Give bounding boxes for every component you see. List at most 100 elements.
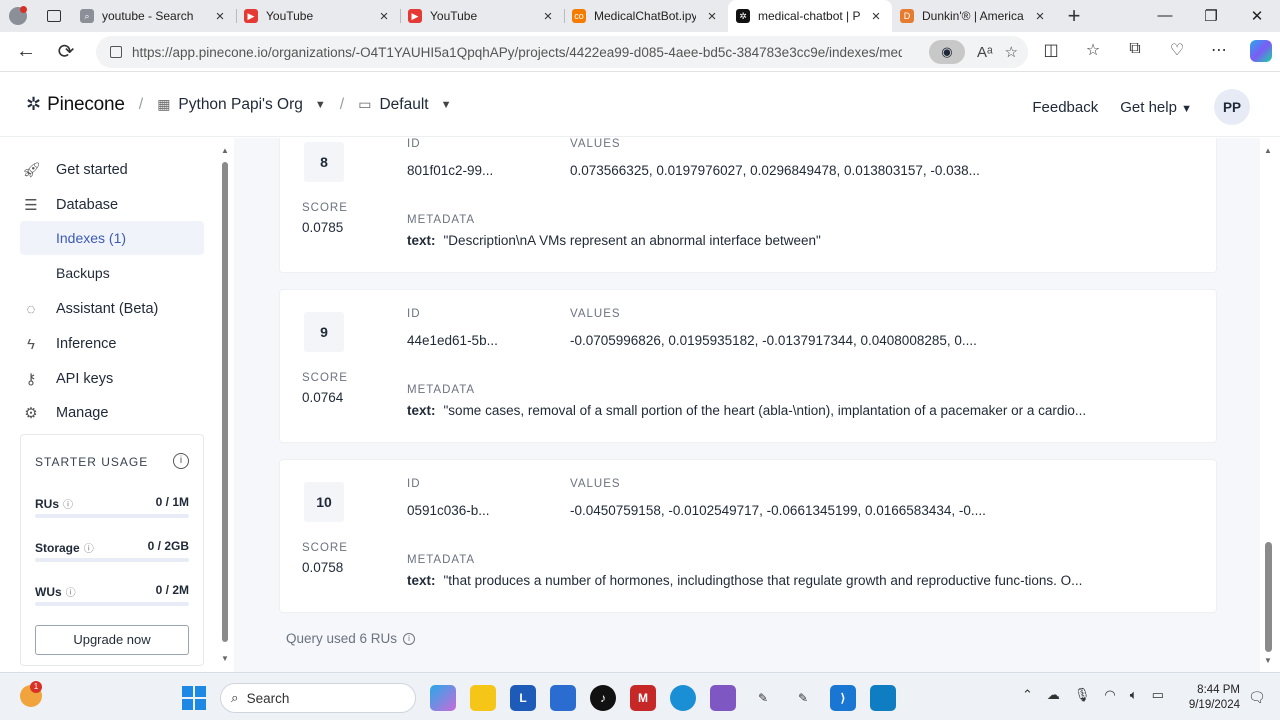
get-help-menu[interactable]: Get help ▼	[1120, 99, 1192, 116]
scrollbar-thumb[interactable]	[222, 162, 228, 642]
favorites-icon[interactable]: ☆	[1082, 40, 1104, 62]
tab-actions-button[interactable]	[36, 0, 72, 32]
chevron-up-icon[interactable]: ⌃	[1022, 687, 1033, 703]
store-icon[interactable]	[550, 685, 576, 711]
close-tab-icon[interactable]: ×	[540, 8, 556, 25]
collections-icon[interactable]: ⧉	[1124, 40, 1146, 62]
copilot-app-icon[interactable]	[430, 685, 456, 711]
clock[interactable]: 8:44 PM 9/19/2024	[1182, 683, 1240, 713]
browser-tab[interactable]: ⌕ youtube - Search ×	[72, 0, 236, 32]
close-tab-icon[interactable]: ×	[704, 8, 720, 25]
pen-icon[interactable]: ✎	[790, 685, 816, 711]
vscode-icon[interactable]: ⟩	[830, 685, 856, 711]
info-icon[interactable]: ⓘ	[63, 500, 73, 511]
notification-icon[interactable]: 🗨︎	[1248, 689, 1266, 706]
close-tab-icon[interactable]: ×	[868, 8, 884, 25]
query-usage-text: Query used 6 RUs	[286, 631, 398, 646]
usage-label: RUs ⓘ	[35, 497, 73, 511]
usage-label-text: Storage	[35, 541, 80, 555]
tracking-prevention-icon[interactable]: ◉	[928, 40, 965, 64]
file-explorer-icon[interactable]	[470, 685, 496, 711]
sidebar-item-assistant[interactable]: ◌ Assistant (Beta)	[22, 292, 204, 326]
browser-tab[interactable]: D Dunkin'® | America's ×	[892, 0, 1056, 32]
browser-tab[interactable]: ▶ YouTube ×	[236, 0, 400, 32]
browser-tab[interactable]: co MedicalChatBot.ipynb ×	[564, 0, 728, 32]
vector-id[interactable]: 44e1ed61-5b...	[407, 333, 498, 348]
clipchamp-icon[interactable]	[710, 685, 736, 711]
tab-title: Dunkin'® | America's	[922, 9, 1024, 23]
read-aloud-icon[interactable]: Aᵃ	[977, 44, 993, 61]
volume-icon[interactable]: 🔈︎	[1130, 687, 1138, 703]
pen-icon[interactable]: ✎	[750, 685, 776, 711]
info-icon[interactable]: ⓘ	[66, 588, 76, 599]
profile-button[interactable]	[0, 0, 36, 32]
youtube-icon: ▶	[408, 9, 422, 23]
battery-icon[interactable]: ▭	[1152, 687, 1164, 703]
close-tab-icon[interactable]: ×	[212, 8, 228, 25]
omnibox-actions: ◉ Aᵃ ☆	[928, 40, 1018, 64]
org-selector[interactable]: ▦ Python Papi's Org ▼	[157, 96, 326, 114]
sidebar-item-api-keys[interactable]: ⚷ API keys	[22, 362, 204, 396]
url-text[interactable]: https://app.pinecone.io/organizations/-O…	[132, 45, 902, 60]
close-tab-icon[interactable]: ×	[1032, 8, 1048, 25]
feedback-link[interactable]: Feedback	[1032, 99, 1098, 116]
url-bar[interactable]: https://app.pinecone.io/organizations/-O…	[96, 36, 1028, 68]
app-l-icon[interactable]: L	[510, 685, 536, 711]
copilot-icon[interactable]	[1250, 40, 1272, 62]
usage-row-storage: Storage ⓘ 0 / 2GB	[35, 539, 189, 562]
sidebar-item-inference[interactable]: ϟ Inference	[22, 327, 204, 361]
split-screen-icon[interactable]: ◫	[1040, 40, 1062, 62]
upgrade-button[interactable]: Upgrade now	[35, 625, 189, 655]
mcafee-icon[interactable]: M	[630, 685, 656, 711]
result-rank: 9	[304, 312, 344, 352]
lock-icon	[110, 46, 122, 58]
wifi-icon[interactable]: ◠	[1104, 687, 1115, 703]
close-tab-icon[interactable]: ×	[376, 8, 392, 25]
get-help-label: Get help	[1120, 98, 1177, 116]
metadata-label: METADATA	[407, 384, 476, 396]
browser-tab-active[interactable]: ✲ medical-chatbot | Pinecone ×	[728, 0, 892, 32]
refresh-icon[interactable]: ⟳	[46, 39, 86, 64]
close-window-icon[interactable]: ✕	[1234, 7, 1280, 25]
browser-essentials-icon[interactable]: ♡	[1166, 40, 1188, 62]
scroll-down-icon[interactable]: ▼	[220, 654, 230, 663]
browser-tab[interactable]: ▶ YouTube ×	[400, 0, 564, 32]
edge-icon[interactable]	[670, 685, 696, 711]
info-icon[interactable]: i	[403, 632, 416, 645]
vector-id[interactable]: 0591c036-b...	[407, 503, 490, 518]
vector-id[interactable]: 801f01c2-99...	[407, 163, 493, 178]
new-tab-button[interactable]: +	[1056, 3, 1092, 29]
microphone-icon[interactable]: 🎙︎	[1074, 687, 1091, 703]
project-selector[interactable]: ▭ Default ▼	[358, 96, 451, 114]
window-app-icon[interactable]	[870, 685, 896, 711]
scroll-up-icon[interactable]: ▲	[220, 146, 230, 155]
back-icon[interactable]: ←	[6, 40, 46, 63]
sidebar-item-manage[interactable]: ⚙ Manage	[22, 396, 204, 430]
scroll-up-icon[interactable]: ▲	[1264, 146, 1272, 155]
taskbar-search[interactable]: ⌕ Search	[220, 683, 416, 713]
start-icon[interactable]	[182, 686, 206, 710]
sidebar-scrollbar[interactable]: ▲ ▼	[220, 146, 230, 666]
tab-title: medical-chatbot | Pinecone	[758, 9, 860, 23]
cloud-icon[interactable]: ☁	[1047, 687, 1060, 703]
tiktok-icon[interactable]: ♪	[590, 685, 616, 711]
sidebar-item-label: Backups	[56, 265, 110, 281]
scrollbar-thumb[interactable]	[1265, 542, 1272, 652]
info-icon[interactable]: i	[173, 453, 189, 469]
restore-icon[interactable]: ❐	[1188, 7, 1234, 25]
metadata-text: text: "Description\nA VMs represent an ab…	[407, 233, 821, 248]
scroll-down-icon[interactable]: ▼	[1264, 656, 1272, 665]
main-scrollbar[interactable]: ▲ ▼	[1262, 138, 1276, 672]
minimize-icon[interactable]: —	[1142, 7, 1188, 25]
sidebar-item-get-started[interactable]: 🚀︎ Get started	[22, 153, 204, 187]
metadata-key: text:	[407, 403, 436, 418]
sidebar-item-backups[interactable]: Backups	[20, 256, 204, 290]
sidebar-item-indexes[interactable]: Indexes (1)	[20, 221, 204, 255]
clock-time: 8:44 PM	[1197, 684, 1240, 696]
info-icon[interactable]: ⓘ	[84, 544, 94, 555]
pinecone-logo[interactable]: ✲ Pinecone	[26, 94, 125, 116]
more-menu-icon[interactable]: ⋯	[1208, 40, 1230, 62]
sidebar-item-database[interactable]: ☰ Database	[22, 188, 204, 222]
favorite-star-icon[interactable]: ☆	[1005, 43, 1018, 61]
user-avatar[interactable]: PP	[1214, 89, 1250, 125]
